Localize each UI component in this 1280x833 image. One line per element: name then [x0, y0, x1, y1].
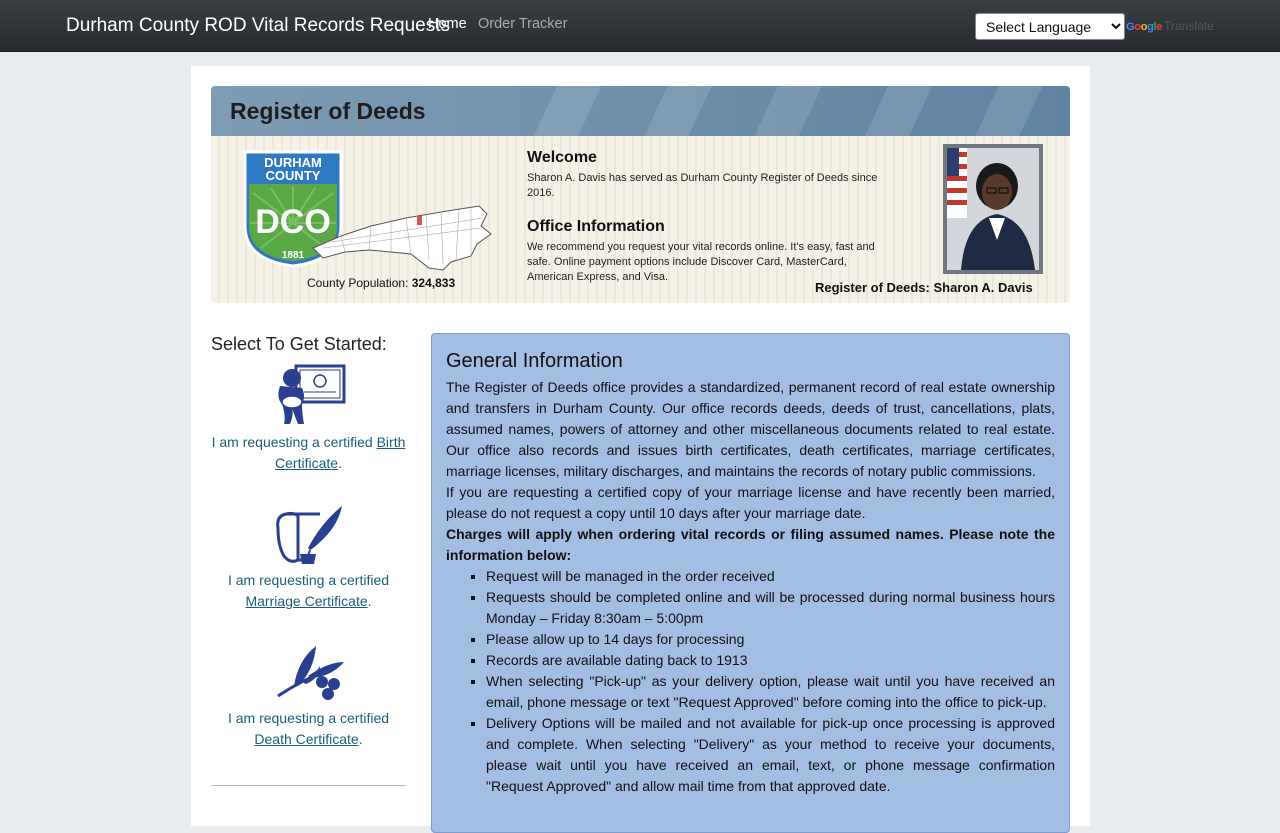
- county-population: County Population: 324,833: [307, 276, 455, 290]
- welcome-heading: Welcome: [527, 149, 597, 166]
- general-information-heading: General Information: [446, 350, 623, 372]
- flag-icon: [947, 148, 967, 218]
- main-container: Register of Deeds DURHAM COUNTY DCO 1881: [191, 66, 1090, 833]
- charges-note: Charges will apply when ordering vital r…: [446, 526, 1055, 563]
- population-label: County Population:: [307, 276, 409, 290]
- option-prefix: I am requesting a certified: [227, 572, 390, 588]
- option-prefix: I am requesting a certified: [211, 434, 377, 450]
- seal-line2: COUNTY: [266, 168, 321, 183]
- death-certificate-link[interactable]: Death Certificate: [254, 731, 358, 747]
- register-banner: Register of Deeds DURHAM COUNTY DCO 1881: [211, 86, 1070, 303]
- google-logo-icon: Google: [1126, 21, 1163, 33]
- marriage-certificate-text: I am requesting a certified Marriage Cer…: [211, 570, 406, 612]
- option-suffix: .: [338, 455, 342, 471]
- register-portrait-photo: [943, 144, 1043, 274]
- birth-certificate-text: I am requesting a certified Birth Certif…: [211, 432, 406, 474]
- office-info-heading: Office Information: [527, 218, 665, 235]
- option-suffix: .: [367, 593, 372, 609]
- scroll-quill-icon[interactable]: [272, 502, 346, 566]
- death-certificate-option[interactable]: I am requesting a certified Death Certif…: [211, 640, 406, 750]
- google-translate-attribution[interactable]: Google Translate: [1126, 19, 1214, 33]
- olive-branch-icon[interactable]: [272, 640, 346, 704]
- general-information-panel: General Information The Register of Deed…: [431, 333, 1070, 833]
- top-navbar: Durham County ROD Vital Records Requests…: [0, 0, 1280, 52]
- list-item: Delivery Options will be mailed and not …: [486, 713, 1055, 797]
- info-paragraph-records: The Register of Deeds office provides a …: [446, 379, 1055, 479]
- list-item: Please allow up to 14 days for processin…: [486, 629, 1055, 650]
- marriage-certificate-option[interactable]: I am requesting a certified Marriage Cer…: [211, 502, 406, 612]
- north-carolina-map-icon: [312, 205, 492, 271]
- office-info-text: We recommend you request your vital reco…: [527, 241, 875, 283]
- get-started-heading: Select To Get Started:: [211, 334, 387, 354]
- option-prefix: I am requesting a certified: [227, 710, 390, 726]
- death-certificate-text: I am requesting a certified Death Certif…: [211, 708, 406, 750]
- list-item: Requests should be completed online and …: [486, 587, 1055, 629]
- left-column-divider: [211, 785, 406, 786]
- banner-title: Register of Deeds: [230, 98, 426, 124]
- language-select[interactable]: Select Language: [975, 13, 1125, 40]
- option-suffix: .: [358, 731, 363, 747]
- marriage-certificate-link[interactable]: Marriage Certificate: [245, 593, 367, 609]
- register-name-caption: Register of Deeds: Sharon A. Davis: [815, 280, 1033, 295]
- site-brand[interactable]: Durham County ROD Vital Records Requests: [66, 15, 450, 37]
- seal-year: 1881: [282, 250, 305, 261]
- list-item: Records are available dating back to 191…: [486, 650, 1055, 671]
- baby-certificate-icon[interactable]: [272, 364, 346, 428]
- nav-order-tracker-link[interactable]: Order Tracker: [478, 16, 567, 32]
- info-paragraph-marriage: If you are requesting a certified copy o…: [446, 484, 1055, 521]
- translate-label: Translate: [1164, 19, 1214, 33]
- list-item: Request will be managed in the order rec…: [486, 566, 1055, 587]
- birth-certificate-option[interactable]: I am requesting a certified Birth Certif…: [211, 364, 406, 474]
- requirements-list: Request will be managed in the order rec…: [486, 566, 1055, 797]
- nav-home-link[interactable]: Home: [428, 16, 467, 32]
- list-item: When selecting "Pick-up" as your deliver…: [486, 671, 1055, 713]
- welcome-text: Sharon A. Davis has served as Durham Cou…: [527, 172, 878, 199]
- population-value: 324,833: [411, 276, 456, 290]
